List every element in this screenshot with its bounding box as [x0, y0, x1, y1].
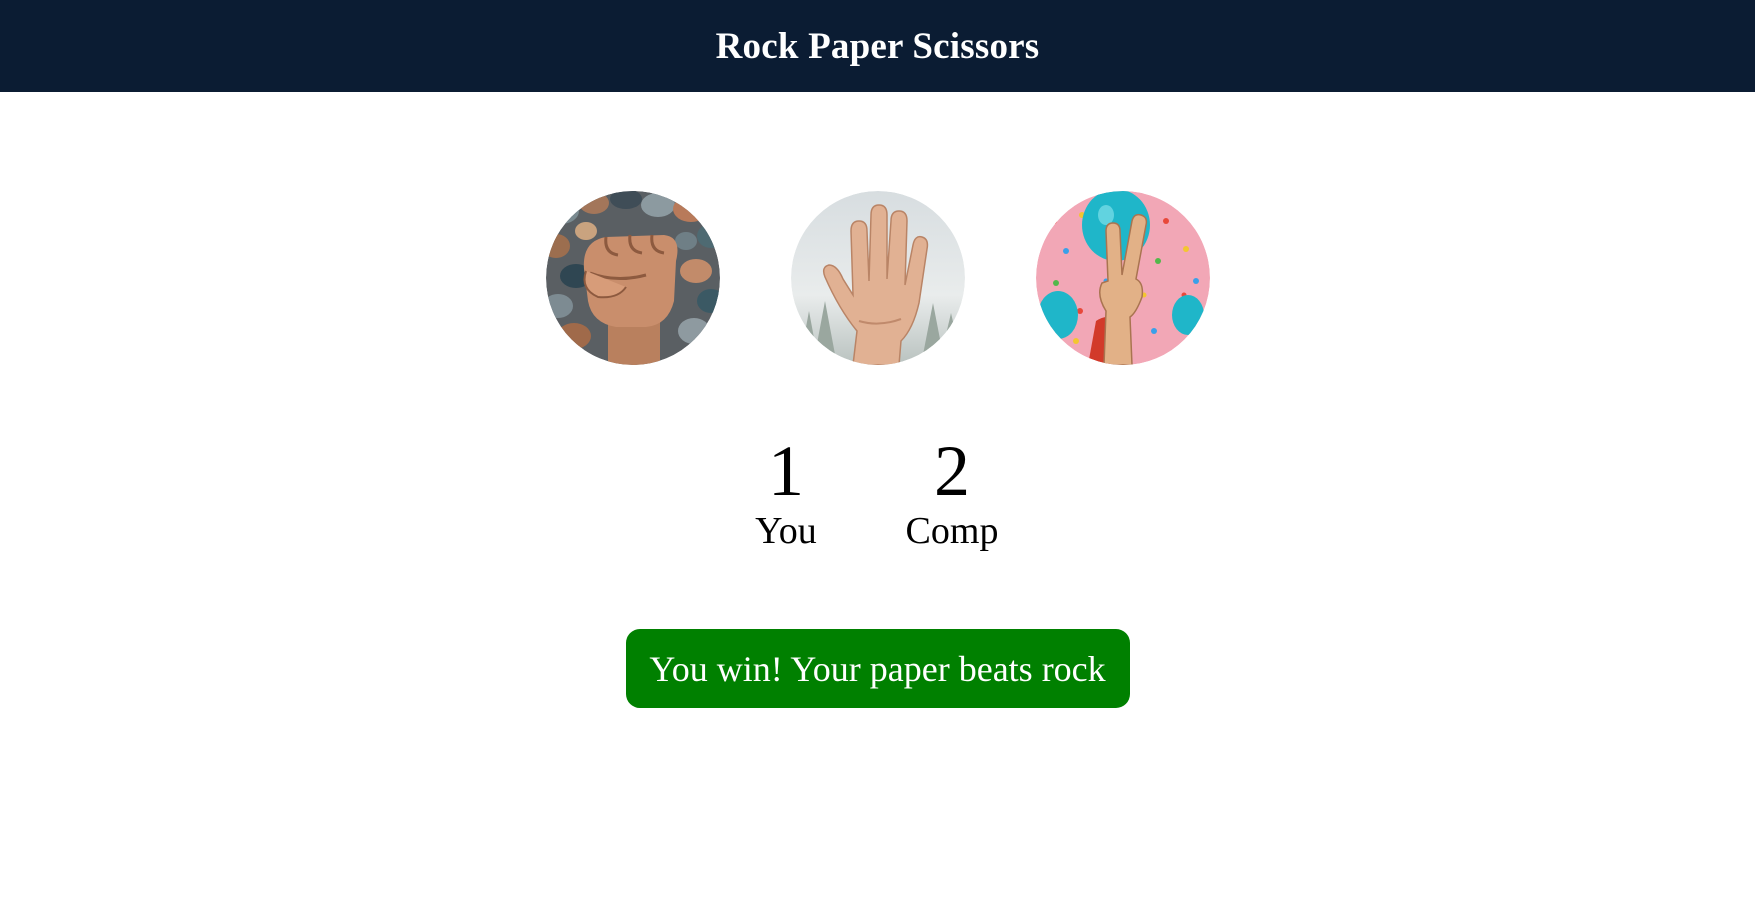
comp-score: 2 Comp: [872, 432, 1032, 552]
scoreboard: 1 You 2 Comp: [0, 432, 1755, 552]
peace-sign-icon: [1036, 191, 1210, 365]
rock-fist-icon: [546, 191, 720, 365]
user-score: 1 You: [706, 432, 866, 552]
choice-paper-button[interactable]: [791, 191, 965, 365]
choice-scissors-button[interactable]: [1036, 191, 1210, 365]
choices-row: [0, 191, 1755, 365]
page-title: Rock Paper Scissors: [715, 25, 1040, 67]
result-message: You win! Your paper beats rock: [625, 629, 1130, 708]
message-container: You win! Your paper beats rock: [0, 629, 1755, 708]
user-score-label: You: [755, 510, 817, 552]
open-hand-icon: [791, 191, 965, 365]
comp-score-value: 2: [934, 431, 970, 511]
choice-rock-button[interactable]: [546, 191, 720, 365]
user-score-value: 1: [768, 431, 804, 511]
app-header: Rock Paper Scissors: [0, 0, 1755, 92]
comp-score-label: Comp: [905, 510, 999, 552]
